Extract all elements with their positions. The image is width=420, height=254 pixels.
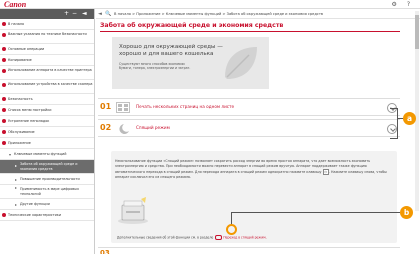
sidebar-item-active[interactable]: ▸ Забота об окружающей среде и экономия с… (0, 160, 94, 174)
sidebar-item[interactable]: Устранение неполадок (0, 116, 94, 127)
sidebar-item[interactable]: Приложение (0, 138, 94, 149)
callout-a-bracket (390, 108, 398, 139)
row-label[interactable]: Спящий режим (136, 124, 170, 132)
sleep-mode-description: Неиспользование функции «Спящий режим» п… (111, 151, 397, 243)
bullet-icon (2, 119, 6, 123)
row-number: 01 (100, 102, 112, 111)
sidebar-item[interactable]: Список меню настройки (0, 105, 94, 116)
sleep-mode-link[interactable]: Переход в спящий режим. (223, 236, 266, 240)
row-number: 02 (100, 123, 112, 132)
bullet-icon (2, 33, 6, 37)
arrow-right-icon: ▸ (15, 177, 18, 182)
row-number: 03 (100, 249, 110, 254)
sidebar-item[interactable]: Обслуживание (0, 127, 94, 138)
search-icon[interactable]: 🔍 (105, 9, 111, 19)
multi-page-icon (116, 102, 130, 113)
sidebar-item-sub[interactable]: ▸ Другие функции (0, 199, 94, 210)
breadcrumb-bar: ◄ 🔍 В начало > Приложение > Ключевые мом… (96, 9, 420, 19)
banner-line1: Хорошо для окружающей среды — (119, 44, 223, 50)
link-icon[interactable] (215, 235, 223, 240)
gear-icon[interactable]: ⚙ (392, 1, 397, 8)
description-text: Неиспользование функции «Спящий режим» п… (115, 159, 387, 179)
sidebar-item-sub[interactable]: ▾ Ключевые моменты функций (0, 149, 94, 160)
bullet-icon (2, 97, 6, 101)
expand-all-button[interactable]: + (64, 9, 69, 19)
sidebar-item[interactable]: Использование устройства в качестве скан… (0, 80, 94, 94)
banner-line2: хорошо и для вашего кошелька (119, 51, 214, 57)
banner-line3: Существуют много способов экономии бумаг… (119, 62, 191, 70)
sidebar-item[interactable]: Технические характеристики (0, 210, 94, 221)
bullet-icon (2, 47, 6, 51)
arrow-right-icon: ▸ (15, 163, 18, 168)
sidebar-item[interactable]: В начало (0, 19, 94, 30)
scrollbar[interactable] (415, 11, 419, 211)
bullet-icon (2, 69, 6, 73)
top-icons: ⚙ ? (384, 0, 411, 9)
bullet-icon (2, 83, 6, 87)
brand-logo: Canon (4, 0, 27, 9)
sidebar-item-sub[interactable]: ▸ Повышение производительности (0, 174, 94, 185)
eco-banner: Хорошо для окружающей среды — хорошо и д… (112, 37, 269, 89)
bullet-icon (2, 130, 6, 134)
sidebar-item-sub[interactable]: ▸ Применимость в мире цифровых технологий (0, 185, 94, 199)
callout-a-badge: a (403, 112, 416, 125)
chevron-down-icon: ▾ (9, 152, 12, 157)
bullet-icon (2, 108, 6, 112)
feature-row-03[interactable]: 03 (98, 247, 400, 254)
feature-row-02[interactable]: 02 Спящий режим (98, 119, 400, 137)
breadcrumb[interactable]: В начало > Приложение > Ключевые моменты… (114, 9, 323, 19)
hide-sidebar-button[interactable]: ◄ (82, 9, 87, 19)
collapse-all-button[interactable]: − (72, 9, 77, 19)
sidebar-list: В начало Важные указания по технике безо… (0, 19, 94, 221)
sidebar: + − ◄ В начало Важные указания по техник… (0, 9, 95, 254)
bullet-icon (2, 213, 6, 217)
row-label[interactable]: Печать нескольких страниц на одном листе (136, 103, 234, 111)
printer-icon (118, 197, 148, 224)
arrow-right-icon: ▸ (15, 185, 18, 190)
more-info-line: Дополнительные сведения об этой функции … (117, 235, 267, 240)
callout-b-connector (231, 212, 400, 213)
callout-b-badge: b (400, 206, 413, 219)
bullet-icon (2, 22, 6, 26)
sidebar-item[interactable]: Безопасность (0, 94, 94, 105)
page-title: Забота об окружающей среде и экономия ср… (100, 22, 284, 29)
feature-row-01[interactable]: 01 Печать нескольких страниц на одном ли… (98, 98, 400, 116)
help-icon[interactable]: ? (407, 1, 410, 8)
bullet-icon (2, 141, 6, 145)
sidebar-item[interactable]: Важные указания по технике безопасности (0, 30, 94, 44)
callout-b-ring (226, 224, 237, 235)
main-content: ◄ 🔍 В начало > Приложение > Ключевые мом… (96, 9, 420, 254)
bullet-icon (2, 58, 6, 62)
sidebar-header: + − ◄ (0, 9, 94, 19)
moon-icon (119, 124, 129, 134)
sidebar-item[interactable]: Копирование (0, 55, 94, 66)
sidebar-item[interactable]: Основные операции (0, 44, 94, 55)
scrollbar-thumb[interactable] (415, 15, 419, 49)
title-divider (100, 31, 400, 32)
leaf-icon (225, 47, 257, 79)
top-bar: Canon ⚙ ? (0, 0, 420, 9)
back-icon[interactable]: ◄ (98, 9, 102, 19)
arrow-right-icon: ▸ (15, 202, 18, 207)
sidebar-item[interactable]: Использование аппарата в качестве принте… (0, 66, 94, 80)
